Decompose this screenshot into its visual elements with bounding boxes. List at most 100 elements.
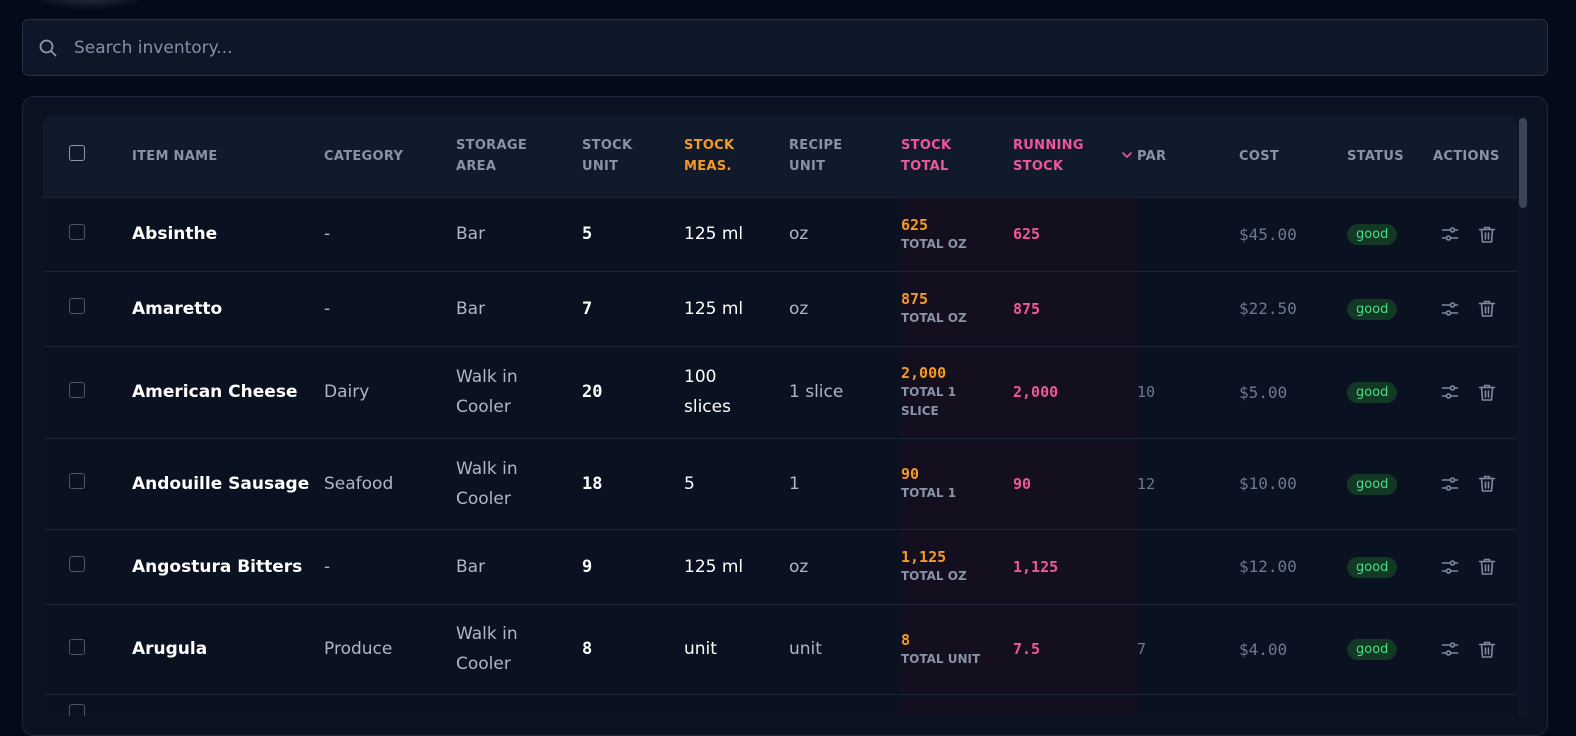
header-stock-meas[interactable]: STOCK MEAS.: [684, 116, 789, 197]
item-name: Arugula: [132, 639, 208, 659]
header-recipe-unit-line2: UNIT: [789, 159, 826, 175]
sliders-icon[interactable]: [1441, 475, 1459, 493]
row-select-cell[interactable]: [43, 438, 132, 529]
row-checkbox[interactable]: [69, 223, 85, 240]
trash-icon[interactable]: [1478, 299, 1496, 318]
header-status[interactable]: STATUS: [1347, 116, 1433, 197]
item-status: good: [1347, 346, 1433, 438]
row-checkbox[interactable]: [69, 298, 85, 314]
row-select-cell[interactable]: [43, 346, 132, 438]
sliders-icon[interactable]: [1441, 558, 1459, 576]
item-cost: $10.00: [1239, 474, 1297, 493]
status-badge: good: [1347, 473, 1398, 495]
trash-icon[interactable]: [1478, 557, 1496, 576]
item-recipe-unit: oz: [789, 298, 809, 319]
table-row[interactable]: Amaretto - Bar 7 125 ml oz 875 TOTAL OZ …: [43, 271, 1517, 346]
running-stock-spacer: [1069, 438, 1137, 529]
sliders-icon[interactable]: [1441, 225, 1459, 243]
header-storage-area-line1: STORAGE: [456, 138, 528, 154]
header-storage-area[interactable]: STORAGE AREA: [456, 116, 582, 197]
stock-total-label: TOTAL OZ: [901, 235, 1013, 254]
item-status: good: [1347, 271, 1433, 346]
item-status: [1347, 694, 1433, 716]
row-actions: [1441, 557, 1517, 576]
chevron-down-icon[interactable]: [1121, 150, 1133, 160]
row-actions: [1441, 225, 1517, 244]
item-stock-meas: 100 slices: [684, 346, 789, 438]
item-running-stock: 90: [1013, 438, 1069, 529]
table-row[interactable]: Andouille Sausage Seafood Walk in Cooler …: [43, 438, 1517, 529]
row-checkbox[interactable]: [69, 381, 85, 398]
item-category: -: [324, 298, 331, 319]
table-row[interactable]: Angostura Bitters - Bar 9 125 ml oz 1,12…: [43, 529, 1517, 604]
running-stock-spacer: [1069, 271, 1137, 346]
header-item-name[interactable]: ITEM NAME: [132, 116, 324, 197]
header-recipe-unit[interactable]: RECIPE UNIT: [789, 116, 901, 197]
sliders-icon[interactable]: [1441, 383, 1459, 401]
trash-icon[interactable]: [1478, 383, 1496, 402]
header-stock-unit[interactable]: STOCK UNIT: [582, 116, 684, 197]
search-input[interactable]: [74, 37, 1547, 58]
table-row[interactable]: Arugula Produce Walk in Cooler 8 unit uni…: [43, 604, 1517, 694]
stock-total-label: TOTAL OZ: [901, 309, 1013, 328]
select-all-checkbox[interactable]: [69, 144, 85, 161]
trash-icon[interactable]: [1478, 474, 1496, 493]
item-actions: [1433, 694, 1517, 716]
item-recipe-unit: unit: [789, 639, 822, 659]
sliders-icon[interactable]: [1441, 640, 1459, 658]
text-line: 5: [684, 473, 695, 494]
item-running-stock: 7.5: [1013, 604, 1069, 694]
text-line: TOTAL 1: [901, 385, 957, 399]
item-par: 7: [1137, 640, 1147, 658]
status-badge: good: [1347, 556, 1398, 578]
item-category: Dairy: [324, 382, 370, 402]
item-stock-total: 8 TOTAL UNIT: [901, 604, 1013, 694]
stock-total-label: TOTAL 1: [901, 484, 1013, 503]
header-select-all[interactable]: [43, 116, 132, 197]
search-bar[interactable]: [22, 19, 1548, 76]
row-actions: [1441, 383, 1517, 402]
text-line: Bar: [456, 556, 486, 577]
header-cost[interactable]: COST: [1239, 116, 1347, 197]
row-checkbox[interactable]: [69, 473, 85, 489]
text-line: TOTAL 1: [901, 486, 957, 500]
item-name: Andouille Sausage: [132, 473, 310, 494]
sliders-icon[interactable]: [1441, 300, 1459, 318]
trash-icon[interactable]: [1478, 225, 1496, 244]
table-scrollbar-thumb[interactable]: [1519, 118, 1527, 208]
row-select-cell[interactable]: [43, 197, 132, 271]
item-status: good: [1347, 197, 1433, 271]
item-category: -: [324, 224, 331, 244]
row-select-cell[interactable]: [43, 604, 132, 694]
stock-total-label: TOTAL UNIT: [901, 650, 1013, 669]
header-category[interactable]: CATEGORY: [324, 116, 456, 197]
stock-total-value: 2,000: [901, 364, 947, 382]
header-running-stock-wrap: RUNNING STOCK: [1013, 135, 1132, 177]
row-checkbox[interactable]: [69, 638, 85, 655]
header-running-stock[interactable]: RUNNING STOCK: [1013, 116, 1132, 197]
item-actions: [1433, 271, 1517, 346]
item-name: Absinthe: [132, 224, 218, 244]
row-checkbox[interactable]: [69, 556, 85, 572]
row-select-cell[interactable]: [43, 529, 132, 604]
table-row[interactable]: Absinthe - Bar 5 125 ml oz 625 TOTAL OZ …: [43, 197, 1517, 271]
stock-total-label: TOTAL OZ: [901, 567, 1013, 586]
running-stock-value: 7.5: [1013, 640, 1041, 658]
header-par[interactable]: PAR: [1137, 116, 1239, 197]
item-actions: [1433, 604, 1517, 694]
trash-icon[interactable]: [1478, 640, 1496, 659]
item-stock-unit: 7: [582, 298, 593, 319]
table-row[interactable]: [43, 694, 1517, 716]
inventory-table-container: ITEM NAME CATEGORY STORAGE AREA STOCK UNIT…: [43, 116, 1517, 716]
header-stock-meas-line2: MEAS.: [684, 159, 732, 175]
header-stock-total[interactable]: STOCK TOTAL: [901, 116, 1013, 197]
item-category: Seafood: [324, 473, 394, 494]
row-select-cell[interactable]: [43, 271, 132, 346]
item-category: [324, 694, 456, 716]
text-line: Bar: [456, 224, 486, 244]
row-select-cell[interactable]: [43, 694, 132, 716]
item-par: [1137, 529, 1239, 604]
item-status: good: [1347, 438, 1433, 529]
table-row[interactable]: American Cheese Dairy Walk in Cooler 20 1…: [43, 346, 1517, 438]
header-running-stock-line1: RUNNING: [1013, 138, 1084, 154]
